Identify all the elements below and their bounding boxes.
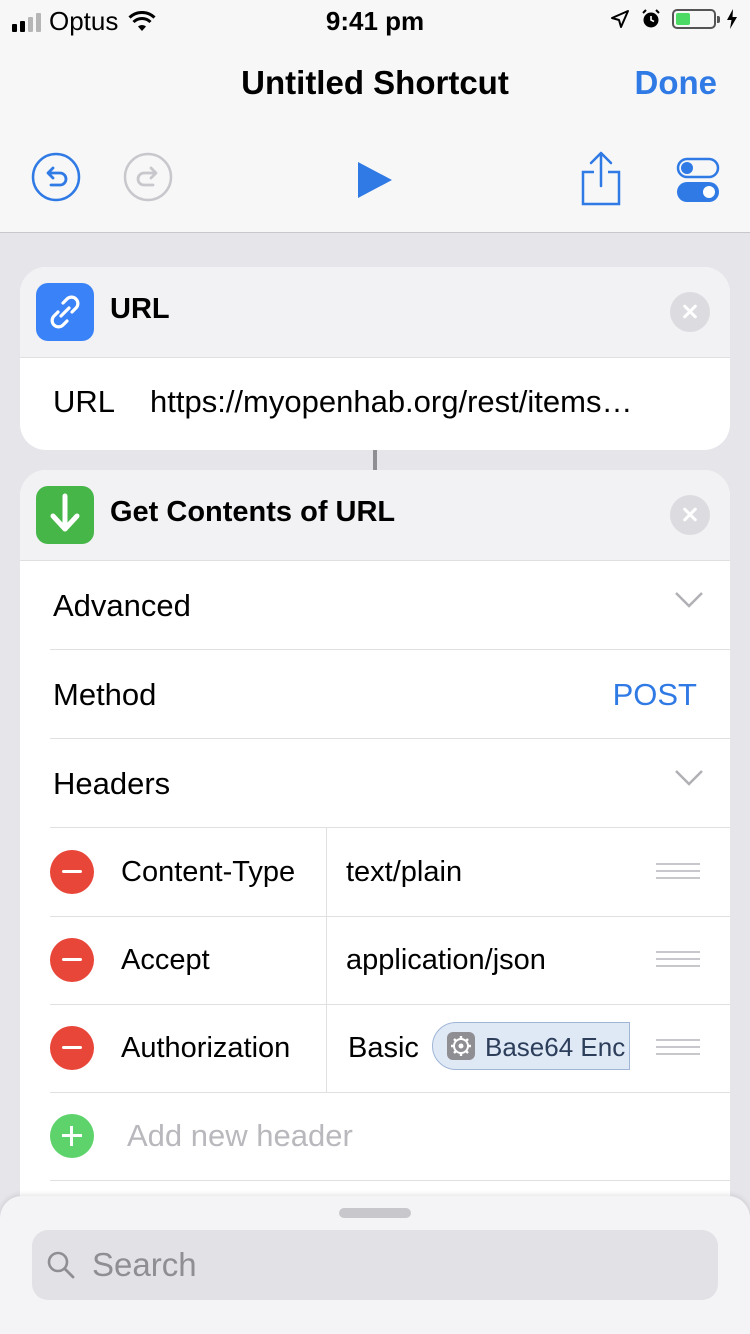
link-icon [36, 283, 94, 341]
header-value[interactable]: text/plain [346, 856, 462, 889]
header-key[interactable]: Authorization [121, 1032, 290, 1065]
url-field-row[interactable]: URL https://myopenhab.org/rest/items… [20, 358, 730, 448]
battery-icon [672, 9, 720, 29]
chevron-down-icon [675, 770, 703, 786]
delete-header-button[interactable] [50, 1026, 94, 1070]
reorder-handle-icon[interactable] [656, 863, 700, 884]
gear-icon [447, 1032, 475, 1060]
url-action-title: URL [110, 293, 170, 325]
reorder-handle-icon[interactable] [656, 951, 700, 972]
undo-icon[interactable] [31, 152, 81, 202]
chevron-down-icon [675, 592, 703, 608]
header-value[interactable]: Basic [348, 1032, 419, 1065]
location-arrow-icon [611, 10, 629, 28]
headers-label: Headers [53, 766, 171, 801]
headers-row[interactable]: Headers [50, 739, 730, 828]
alarm-icon [642, 9, 660, 28]
settings-toggle-icon[interactable] [676, 157, 720, 203]
search-placeholder: Search [92, 1246, 197, 1283]
reorder-handle-icon[interactable] [656, 1039, 700, 1060]
share-icon[interactable] [580, 150, 622, 206]
variable-token-label: Base64 Enc [485, 1032, 626, 1062]
download-arrow-icon [36, 486, 94, 544]
column-divider [326, 828, 327, 916]
header-key[interactable]: Accept [121, 944, 210, 977]
get-contents-action-card: Get Contents of URL Advanced Method POST… [20, 470, 730, 1230]
method-value[interactable]: POST [613, 677, 697, 713]
header-key[interactable]: Content-Type [121, 856, 295, 889]
search-icon [47, 1251, 75, 1279]
header-entry: Accept application/json [50, 916, 730, 1005]
method-row[interactable]: Method POST [50, 650, 730, 739]
url-field-value[interactable]: https://myopenhab.org/rest/items… [150, 384, 632, 420]
advanced-row[interactable]: Advanced [50, 561, 730, 650]
variable-token[interactable]: Base64 Enc [432, 1022, 630, 1070]
get-contents-title: Get Contents of URL [110, 496, 396, 528]
redo-icon [123, 152, 173, 202]
navigation-bar: Untitled Shortcut Done [0, 40, 750, 233]
delete-header-button[interactable] [50, 850, 94, 894]
header-entry: Authorization Basic Base64 Enc [50, 1004, 730, 1093]
url-action-card: URL URL https://myopenhab.org/rest/items… [20, 267, 730, 450]
method-label: Method [53, 677, 157, 712]
remove-action-button[interactable] [670, 495, 710, 535]
action-search-sheet: Search [0, 1196, 750, 1334]
add-header-placeholder[interactable]: Add new header [127, 1118, 353, 1154]
done-button[interactable]: Done [635, 64, 718, 102]
add-header-row[interactable]: Add new header [50, 1092, 730, 1181]
advanced-label: Advanced [53, 588, 191, 623]
column-divider [326, 916, 327, 1004]
header-entry: Content-Type text/plain [50, 828, 730, 917]
column-divider [326, 1004, 327, 1092]
sheet-drag-handle[interactable] [339, 1208, 411, 1218]
play-icon[interactable] [356, 160, 394, 200]
header-value[interactable]: application/json [346, 944, 546, 977]
status-bar: Optus 9:41 pm [0, 0, 750, 40]
url-action-header: URL [20, 267, 730, 358]
search-input[interactable]: Search [32, 1230, 718, 1300]
charging-bolt-icon [727, 9, 737, 29]
remove-action-button[interactable] [670, 292, 710, 332]
delete-header-button[interactable] [50, 938, 94, 982]
get-contents-header: Get Contents of URL [20, 470, 730, 561]
add-header-button[interactable] [50, 1114, 94, 1158]
url-field-label: URL [53, 384, 116, 419]
action-connector [373, 450, 377, 470]
